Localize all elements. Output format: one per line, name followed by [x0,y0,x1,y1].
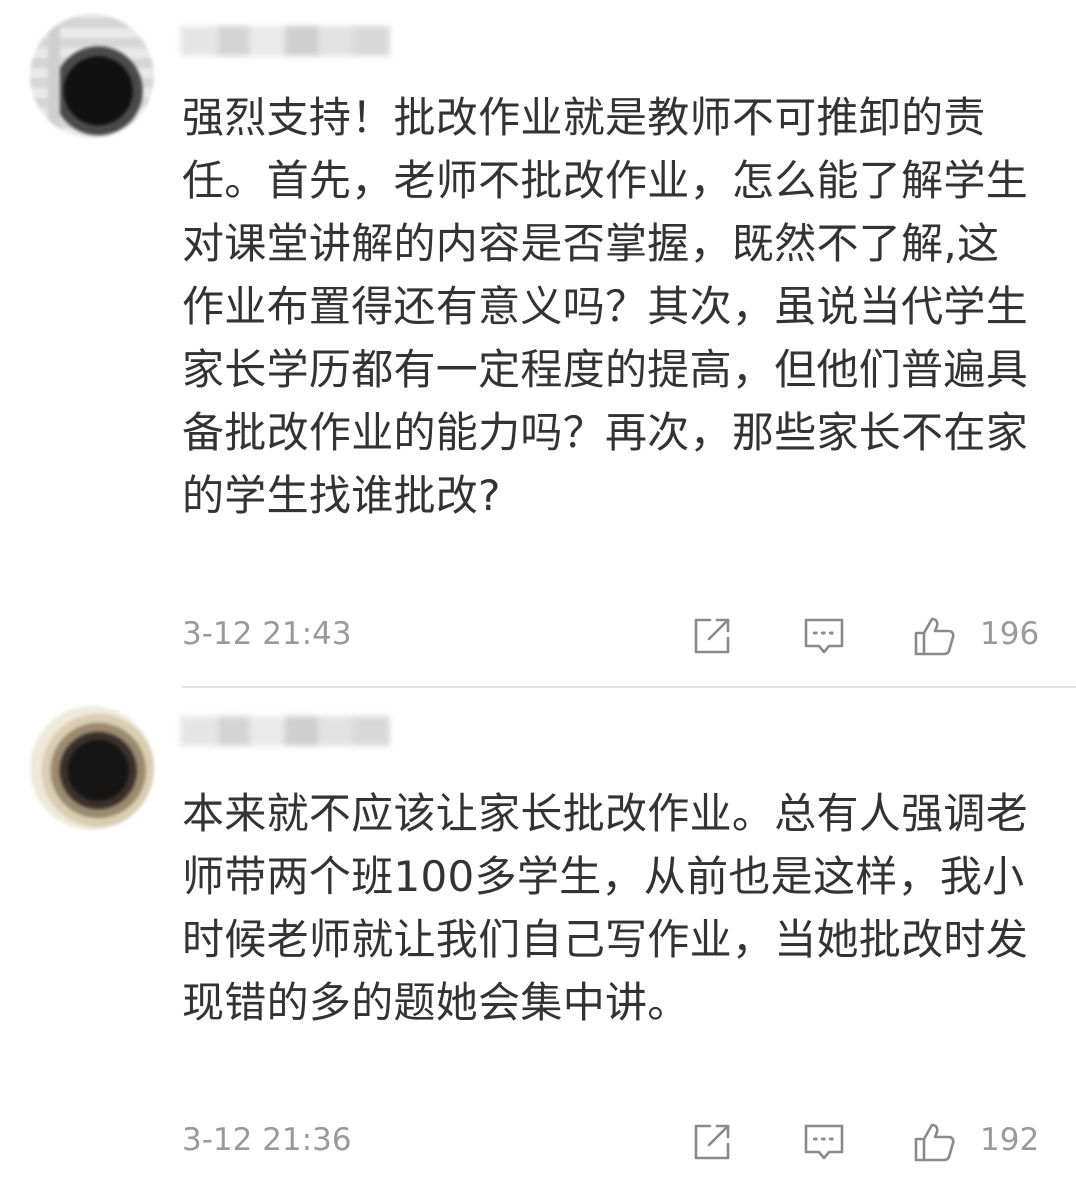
comment-divider [182,686,1076,688]
reply-icon[interactable] [802,614,846,658]
reply-icon[interactable] [802,1120,846,1164]
share-icon[interactable] [690,1120,734,1164]
like-count: 196 [980,616,1040,652]
comment-meta: 3-12 21:36 192 [182,1118,1042,1168]
username-blurred[interactable] [180,716,390,746]
like-count: 192 [980,1122,1040,1158]
username-blurred[interactable] [180,26,390,56]
comment-text: 本来就不应该让家长批改作业。总有人强调老师带两个班100多学生，从前也是这样，我… [182,789,1029,1027]
comment-meta: 3-12 21:43 196 [182,612,1042,662]
share-icon[interactable] [690,614,734,658]
comment-item: 本来就不应该让家长批改作业。总有人强调老师带两个班100多学生，从前也是这样，我… [0,686,1076,1178]
comment-text: 强烈支持！批改作业就是教师不可推卸的责任。首先，老师不批改作业，怎么能了解学生对… [182,93,1029,520]
thumbs-up-icon[interactable] [912,614,956,658]
timestamp: 3-12 21:43 [182,616,352,652]
avatar[interactable] [30,706,154,830]
avatar[interactable] [30,14,154,138]
thumbs-up-icon[interactable] [912,1120,956,1164]
comment-item: 强烈支持！批改作业就是教师不可推卸的责任。首先，老师不批改作业，怎么能了解学生对… [0,0,1076,686]
timestamp: 3-12 21:36 [182,1122,352,1158]
